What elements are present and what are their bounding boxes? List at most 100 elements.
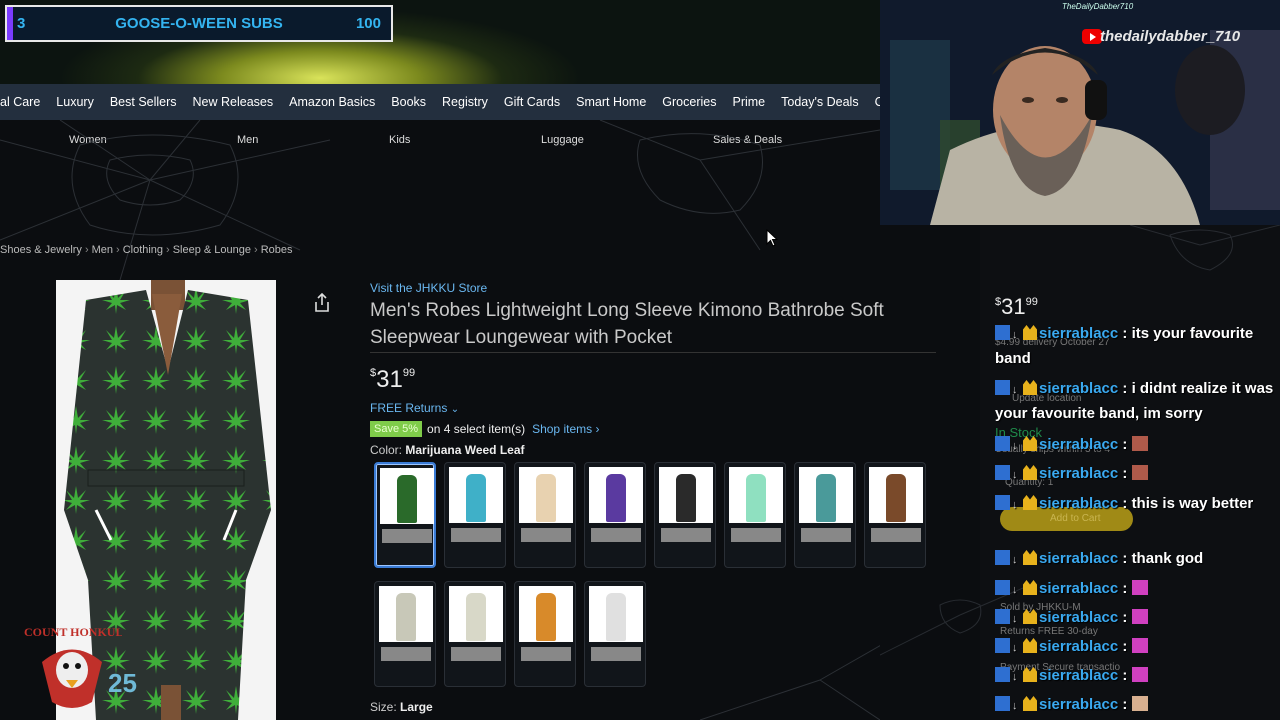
swatch-price-placeholder: [591, 528, 641, 542]
nav-item[interactable]: Registry: [434, 95, 496, 109]
pin-icon: ↓: [1012, 469, 1018, 481]
breadcrumb-item[interactable]: Sleep & Lounge: [173, 244, 251, 256]
chat-text: :: [1118, 696, 1128, 713]
nav-item[interactable]: Smart Home: [568, 95, 654, 109]
color-swatch[interactable]: [654, 462, 716, 568]
nav-item[interactable]: Amazon Basics: [281, 95, 383, 109]
nav-item[interactable]: Best Sellers: [102, 95, 185, 109]
chat-message: ↓ sierrablacc :: [995, 634, 1275, 659]
robe-swatch-icon: [536, 593, 556, 641]
chat-message: ↓ sierrablacc :: [995, 605, 1275, 630]
youtube-icon: [1082, 29, 1102, 44]
chat-username: sierrablacc: [1039, 436, 1119, 453]
pin-icon: ↓: [1012, 499, 1018, 511]
color-label: Color: Marijuana Weed Leaf: [370, 443, 525, 457]
color-swatch[interactable]: [724, 462, 786, 568]
chat-text: :: [1118, 465, 1128, 482]
subnav-item-kids[interactable]: Kids: [389, 134, 410, 146]
nav-item[interactable]: New Releases: [185, 95, 282, 109]
shop-items-link[interactable]: Shop items ›: [532, 422, 599, 436]
chat-username: sierrablacc: [1039, 325, 1119, 342]
subnav-item-sales[interactable]: Sales & Deals: [713, 134, 782, 146]
title-divider: [370, 352, 936, 353]
breadcrumb-item[interactable]: Men: [92, 244, 113, 256]
color-swatch[interactable]: [374, 581, 436, 687]
color-swatch[interactable]: [514, 462, 576, 568]
robe-swatch-icon: [816, 474, 836, 522]
chat-message: ↓ sierrablacc :: [995, 576, 1275, 601]
store-link[interactable]: Visit the JHKKU Store: [370, 281, 487, 295]
robe-swatch-icon: [606, 593, 626, 641]
subnav-item-men[interactable]: Men: [237, 134, 258, 146]
swatch-thumbnail: [380, 468, 434, 524]
buybox-price-fraction: 99: [1025, 296, 1038, 308]
color-swatch[interactable]: [864, 462, 926, 568]
chat-text: : thank god: [1118, 550, 1204, 567]
count-honkula-logo-icon: COUNT HONKULA: [24, 625, 122, 708]
breadcrumb-item[interactable]: Robes: [261, 244, 293, 256]
chat-message: ↓ sierrablacc : i didnt realize it was yo…: [995, 376, 1275, 426]
chat-message: ↓ sierrablacc :: [995, 432, 1275, 457]
nav-item[interactable]: Prime: [724, 95, 773, 109]
swatch-thumbnail: [869, 467, 923, 523]
subs-goal-bar: 3 GOOSE-O-WEEN SUBS 100: [5, 5, 393, 42]
swatch-thumbnail: [449, 467, 503, 523]
svg-text:COUNT HONKULA: COUNT HONKULA: [24, 625, 122, 639]
chat-username: sierrablacc: [1039, 380, 1119, 397]
color-swatch[interactable]: [444, 581, 506, 687]
coupon-row: Save 5% on 4 select item(s) Shop items ›: [370, 421, 599, 437]
subnav-item-women[interactable]: Women: [69, 134, 107, 146]
color-label-key: Color:: [370, 443, 403, 457]
nav-item[interactable]: Today's Deals: [773, 95, 866, 109]
chevron-down-icon: ⌄: [450, 404, 460, 415]
swatch-price-placeholder: [451, 647, 501, 661]
chat-badge-icon: [995, 609, 1010, 624]
swatch-price-placeholder: [871, 528, 921, 542]
nav-item[interactable]: Books: [383, 95, 434, 109]
chat-badge-icon: [995, 325, 1010, 340]
buybox-price-whole: 31: [1001, 294, 1026, 319]
color-swatch[interactable]: [514, 581, 576, 687]
subs-progress-fill: [7, 7, 13, 40]
nav-item[interactable]: Luxury: [48, 95, 102, 109]
robe-swatch-icon: [466, 593, 486, 641]
swatch-price-placeholder: [731, 528, 781, 542]
category-subnav: Women Men Kids Luggage Sales & Deals: [0, 120, 880, 160]
nav-item[interactable]: Groceries: [654, 95, 724, 109]
chat-badge-icon: [995, 638, 1010, 653]
subs-goal-title: GOOSE-O-WEEN SUBS: [115, 15, 283, 32]
color-swatch[interactable]: [584, 462, 646, 568]
chat-username: sierrablacc: [1039, 580, 1119, 597]
robe-swatch-icon: [466, 474, 486, 522]
breadcrumb-item[interactable]: Shoes & Jewelry: [0, 244, 82, 256]
color-swatch[interactable]: [584, 581, 646, 687]
color-swatch[interactable]: [374, 462, 436, 568]
nav-item[interactable]: Cu: [867, 95, 880, 109]
robe-swatch-icon: [397, 475, 417, 523]
stream-handle: thedailydabber_710: [1100, 28, 1241, 45]
pin-icon: ↓: [1012, 700, 1018, 712]
free-returns-link[interactable]: FREE Returns ⌄: [370, 401, 459, 415]
swatch-price-placeholder: [801, 528, 851, 542]
share-icon[interactable]: [312, 292, 332, 314]
chat-username: sierrablacc: [1039, 495, 1119, 512]
chat-emote-icon: [1131, 667, 1148, 682]
robe-swatch-icon: [536, 474, 556, 522]
nav-item[interactable]: al Care: [0, 95, 48, 109]
subs-current-count: 3: [17, 15, 26, 32]
pin-icon: ↓: [1012, 440, 1018, 452]
subnav-item-luggage[interactable]: Luggage: [541, 134, 584, 146]
chat-username: sierrablacc: [1039, 638, 1119, 655]
chat-message: ↓ sierrablacc :: [995, 663, 1275, 688]
nav-item[interactable]: Gift Cards: [496, 95, 568, 109]
color-swatch[interactable]: [444, 462, 506, 568]
robe-swatch-icon: [676, 474, 696, 522]
chat-text: :: [1118, 580, 1128, 597]
swatch-thumbnail: [589, 467, 643, 523]
robe-swatch-icon: [606, 474, 626, 522]
color-swatch[interactable]: [794, 462, 856, 568]
chat-badge-icon: [995, 667, 1010, 682]
swatch-price-placeholder: [521, 528, 571, 542]
chat-badge-icon: [995, 550, 1010, 565]
breadcrumb-item[interactable]: Clothing: [123, 244, 163, 256]
